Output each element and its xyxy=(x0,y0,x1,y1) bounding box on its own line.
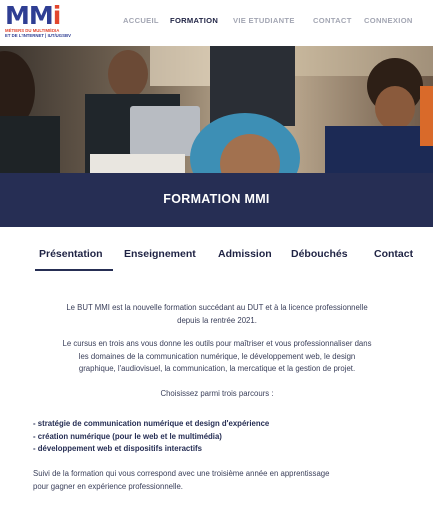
logo-mark: MMi xyxy=(5,1,61,30)
list-item: - développement web et dispositifs inter… xyxy=(33,444,202,453)
tab-debouches[interactable]: Débouchés xyxy=(291,248,348,260)
active-tab-indicator xyxy=(35,269,113,271)
title-banner: FORMATION MMI xyxy=(0,173,433,227)
intro-paragraph: Le BUT MMI est la nouvelle formation suc… xyxy=(66,303,368,325)
parcours-list: - stratégie de communication numérique e… xyxy=(33,418,403,456)
site-header: MMi MÉTIERS DU MULTIMÉDIA ET DE L'INTERN… xyxy=(0,0,433,46)
tab-presentation[interactable]: Présentation xyxy=(39,248,103,260)
parcours-intro: Choisissez parmi trois parcours : xyxy=(160,389,274,398)
nav-connexion[interactable]: CONNEXION xyxy=(364,16,413,25)
nav-formation[interactable]: FORMATION xyxy=(170,16,218,25)
outro-paragraph: Suivi de la formation qui vous correspon… xyxy=(33,469,330,491)
list-item: - stratégie de communication numérique e… xyxy=(33,419,270,428)
page-title: FORMATION MMI xyxy=(163,192,270,206)
hero-photo xyxy=(0,46,433,173)
students-photo xyxy=(0,46,433,173)
nav-vie-etudiante[interactable]: VIE ETUDIANTE xyxy=(233,16,295,25)
tab-admission[interactable]: Admission xyxy=(218,248,272,260)
logo-subtitle-2: ET DE L'INTERNET | IUT/UGSBV xyxy=(5,33,71,38)
mmi-logo[interactable]: MMi MÉTIERS DU MULTIMÉDIA ET DE L'INTERN… xyxy=(5,1,71,43)
list-item: - création numérique (pour le web et le … xyxy=(33,431,222,441)
nav-contact[interactable]: CONTACT xyxy=(313,16,352,25)
nav-accueil[interactable]: ACCUEIL xyxy=(123,16,159,25)
formation-tabs: Présentation Enseignement Admission Débo… xyxy=(0,246,433,276)
tab-contact[interactable]: Contact xyxy=(374,248,413,260)
tab-enseignement[interactable]: Enseignement xyxy=(124,248,196,260)
cursus-paragraph: Le cursus en trois ans vous donne les ou… xyxy=(62,339,372,373)
